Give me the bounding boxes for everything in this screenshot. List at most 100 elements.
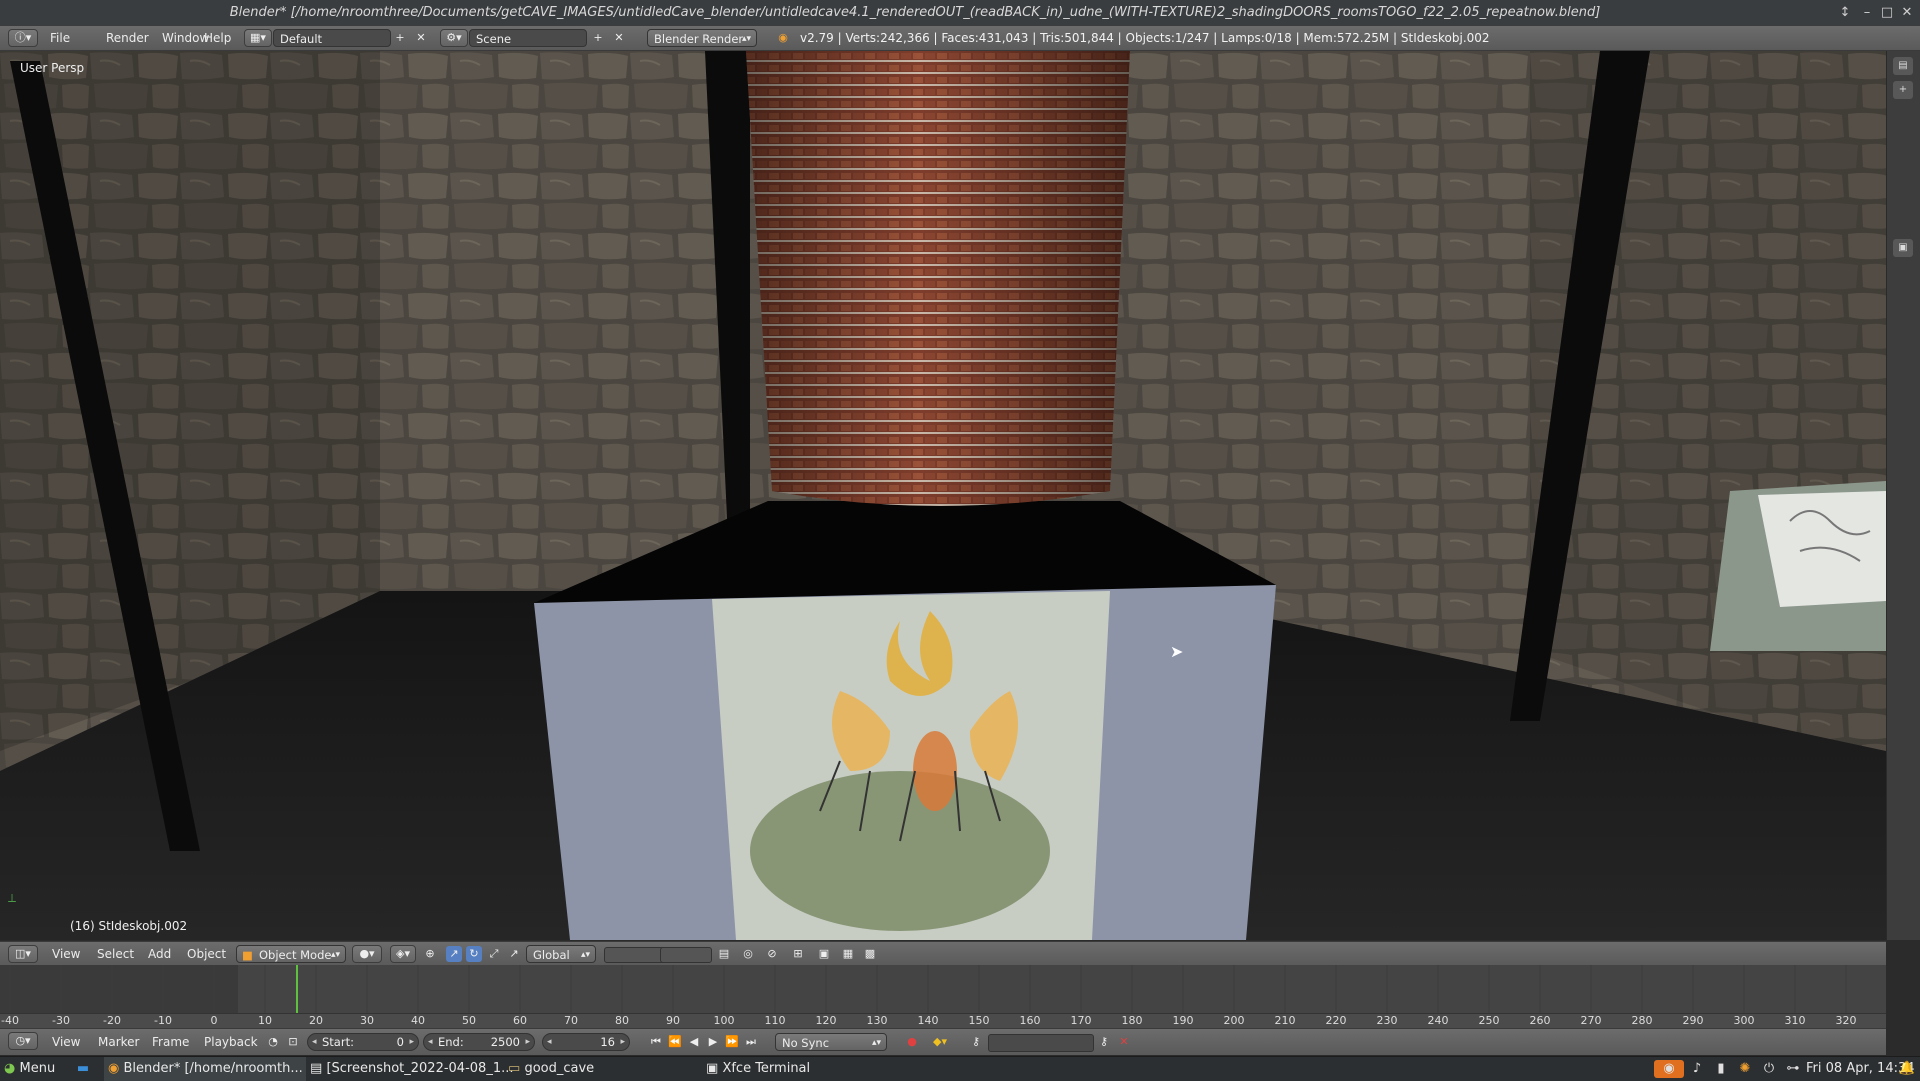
menu-view[interactable]: View (52, 942, 80, 966)
insert-keyframe-icon[interactable]: ⚷ (1096, 1034, 1112, 1050)
menu-playback[interactable]: Playback (204, 1030, 258, 1054)
desktop-icon[interactable]: ▬ (74, 1060, 92, 1078)
record-icon[interactable]: ● (904, 1034, 920, 1050)
jump-start-icon[interactable]: ⏮ (648, 1034, 664, 1050)
keying-set-field-icon[interactable]: ⚷ (968, 1034, 984, 1050)
proportional-edit-icon[interactable]: ◎ (740, 946, 756, 962)
editor-type-timeline-icon[interactable]: ◷▾ (8, 1032, 38, 1050)
menu-add[interactable]: Add (148, 942, 171, 966)
timeline-tick-label: 300 (1733, 1014, 1755, 1027)
jump-end-icon[interactable]: ⏭ (743, 1034, 759, 1050)
translate-icon[interactable]: ↗ (446, 946, 462, 962)
editor-type-info-icon[interactable]: ⓘ▾ (8, 29, 38, 47)
blender-logo-icon: ◉ (778, 31, 788, 44)
snap-element-icon[interactable]: ⊞ (790, 946, 806, 962)
scale-icon[interactable]: ⤢ (486, 946, 502, 962)
play-reverse-icon[interactable]: ◀ (686, 1034, 702, 1050)
view-perspective-label: User Persp (20, 61, 85, 75)
power-icon[interactable]: ⏻ (1760, 1060, 1778, 1078)
rotate-icon[interactable]: ↻ (466, 946, 482, 962)
scene-icon[interactable]: ⚙▾ (440, 29, 468, 47)
start-menu-button[interactable]: ◕ Menu (4, 1057, 55, 1081)
layers-grid-a[interactable] (604, 947, 666, 963)
properties-toggle-icon[interactable]: ▤ (1893, 57, 1913, 75)
dropdown-arrow-icon: ▴▾ (330, 950, 340, 960)
timeline-tick-label: 150 (968, 1014, 990, 1027)
timeline-tick-label: 110 (764, 1014, 786, 1027)
camera-icon[interactable]: ▩ (862, 946, 878, 962)
render-engine-dropdown[interactable]: Blender Render ▴▾ (647, 29, 757, 47)
maximize-icon[interactable]: □ (1878, 4, 1896, 22)
current-frame-marker[interactable] (295, 965, 298, 1013)
battery-icon[interactable]: ▮ (1712, 1060, 1730, 1078)
task-screenshot[interactable]: ▤ [Screenshot_2022-04-08_1... (310, 1057, 513, 1081)
task-terminal[interactable]: ▣ Xfce Terminal (706, 1057, 886, 1081)
menu-marker[interactable]: Marker (98, 1030, 139, 1054)
play-icon[interactable]: ▶ (705, 1034, 721, 1050)
remove-scene-icon[interactable]: ✕ (612, 30, 626, 46)
pivot-point-icon[interactable]: ◈▾ (390, 945, 416, 963)
menu-help[interactable]: Help (204, 26, 231, 50)
timeline-tick-label: 190 (1172, 1014, 1194, 1027)
end-frame-field[interactable]: ◂ End: 2500 ▸ (423, 1033, 535, 1051)
snap-axis-icon[interactable]: ↗ (506, 946, 522, 962)
next-keyframe-icon[interactable]: ⏩ (724, 1034, 740, 1050)
decrement-icon: ◂ (312, 1037, 317, 1047)
task-file-manager[interactable]: ▭ good_cave (508, 1057, 688, 1081)
toolshelf-icon[interactable]: ▣ (1893, 239, 1913, 257)
menu-file[interactable]: File (50, 26, 70, 50)
network-icon[interactable]: ⊶ (1784, 1060, 1802, 1078)
system-taskbar: ◕ Menu ▬ ◉ Blender* [/home/nroomth... ▤ … (0, 1056, 1920, 1081)
render-anim-icon[interactable]: ▦ (840, 946, 856, 962)
editor-type-3dview-icon[interactable]: ◫▾ (8, 945, 38, 963)
screen-layout-field[interactable]: Default (273, 29, 391, 47)
dropdown-arrow-icon: ▴▾ (741, 34, 751, 44)
active-keying-set-field[interactable] (988, 1034, 1094, 1052)
plus-icon[interactable]: + (1893, 81, 1913, 99)
close-icon[interactable]: ✕ (1898, 4, 1916, 22)
lock-layers-icon[interactable]: ▤ (716, 946, 732, 962)
orientation-dropdown[interactable]: Global ▴▾ (526, 945, 596, 963)
preview-range-icon[interactable]: ◔ (265, 1034, 281, 1050)
menu-object[interactable]: Object (187, 942, 226, 966)
timeline-tick-label: 180 (1121, 1014, 1143, 1027)
viewport-shading-icon[interactable]: ●▾ (352, 945, 382, 963)
mode-dropdown[interactable]: ■ Object Mode ▴▾ (236, 945, 346, 963)
volume-icon[interactable]: ♪ (1688, 1060, 1706, 1078)
minimize-icon[interactable]: – (1858, 4, 1876, 22)
3d-viewport[interactable]: User Persp (16) StIdeskobj.002 ⟂ ➤ (0, 51, 1886, 940)
remove-screen-icon[interactable]: ✕ (414, 30, 428, 46)
task-blender[interactable]: ◉ Blender* [/home/nroomth... (104, 1057, 306, 1081)
weather-icon[interactable]: ✺ (1736, 1060, 1754, 1078)
render-engine-label: Blender Render (654, 32, 744, 46)
delete-keyframe-icon[interactable]: ✕ (1116, 1034, 1132, 1050)
render-preview-icon[interactable]: ▣ (816, 946, 832, 962)
menu-frame[interactable]: Frame (152, 1030, 189, 1054)
menu-render[interactable]: Render (106, 26, 149, 50)
manipulator-toggle-icon[interactable]: ⊕ (422, 946, 438, 962)
add-scene-icon[interactable]: + (591, 30, 605, 46)
pin-icon[interactable]: ↕ (1836, 4, 1854, 22)
menu-select[interactable]: Select (97, 942, 134, 966)
snap-icon[interactable]: ⊘ (764, 946, 780, 962)
timeline[interactable]: -40 -30 -20 -10 0 10 20 30 40 50 60 70 80 90 100 110 120… (0, 965, 1886, 1029)
blender-tray-icon[interactable]: ◉ (1654, 1060, 1684, 1078)
screen-layout-icon[interactable]: ▦▾ (244, 29, 272, 47)
add-screen-icon[interactable]: + (393, 30, 407, 46)
timeline-tick-label: 230 (1376, 1014, 1398, 1027)
timeline-tick-label: 240 (1427, 1014, 1449, 1027)
notifications-icon[interactable]: 🔔 (1898, 1060, 1916, 1078)
prev-keyframe-icon[interactable]: ⏪ (667, 1034, 683, 1050)
current-frame-field[interactable]: ◂ 16 ▸ (542, 1033, 630, 1051)
mouse-cursor-icon: ➤ (1170, 642, 1184, 661)
layers-grid-b[interactable] (660, 947, 712, 963)
keying-set-icon[interactable]: ◆▾ (932, 1034, 948, 1050)
menu-window[interactable]: Window (162, 26, 209, 50)
scene-field[interactable]: Scene (469, 29, 587, 47)
sync-dropdown[interactable]: No Sync ▴▾ (775, 1033, 887, 1051)
window-titlebar[interactable]: Blender* [/home/nroomthree/Documents/get… (0, 0, 1920, 27)
lock-time-icon[interactable]: ⊡ (285, 1034, 301, 1050)
menu-view[interactable]: View (52, 1030, 80, 1054)
start-frame-field[interactable]: ◂ Start: 0 ▸ (307, 1033, 419, 1051)
timeline-tick-label: 140 (917, 1014, 939, 1027)
